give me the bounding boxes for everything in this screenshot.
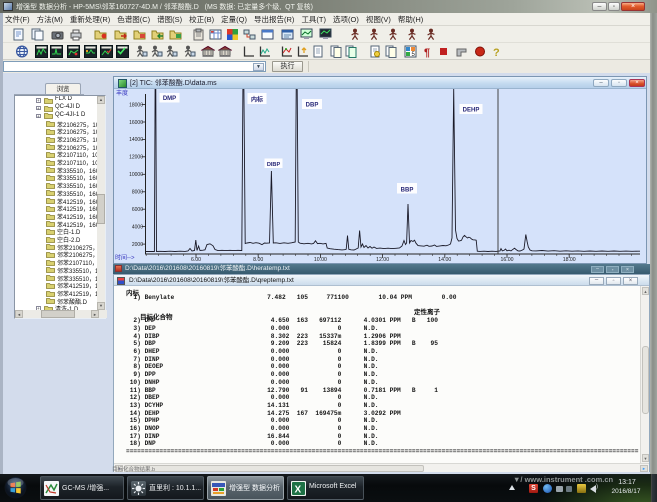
svg-text:14.00: 14.00: [438, 257, 451, 263]
svg-text:X: X: [295, 485, 302, 496]
svg-text:8000: 8000: [132, 190, 143, 196]
svg-text:14000: 14000: [129, 137, 143, 143]
svg-text:时间-->: 时间-->: [115, 254, 135, 262]
svg-text:2000: 2000: [132, 242, 143, 248]
svg-text:16000: 16000: [129, 120, 143, 126]
svg-text:DEHP: DEHP: [463, 108, 480, 114]
svg-text:DMP: DMP: [163, 96, 176, 102]
svg-text:10.00: 10.00: [314, 257, 327, 263]
svg-text:DIBP: DIBP: [267, 162, 281, 168]
svg-text:BBP: BBP: [401, 188, 414, 194]
svg-text:18000: 18000: [129, 102, 143, 108]
svg-text:¶: ¶: [424, 47, 430, 58]
svg-text:18.00: 18.00: [563, 257, 576, 263]
svg-text:丰度: 丰度: [116, 89, 128, 97]
svg-text:?: ?: [493, 47, 500, 58]
svg-text:DBP: DBP: [306, 103, 319, 109]
svg-text:10000: 10000: [129, 172, 143, 178]
svg-text:6.00: 6.00: [191, 257, 201, 263]
svg-text:12000: 12000: [129, 155, 143, 161]
svg-text:内标: 内标: [251, 96, 263, 104]
svg-text:12.00: 12.00: [376, 257, 389, 263]
svg-text:4000: 4000: [132, 224, 143, 230]
svg-text:16.00: 16.00: [501, 257, 514, 263]
svg-text:6000: 6000: [132, 207, 143, 213]
svg-text:8.00: 8.00: [253, 257, 263, 263]
